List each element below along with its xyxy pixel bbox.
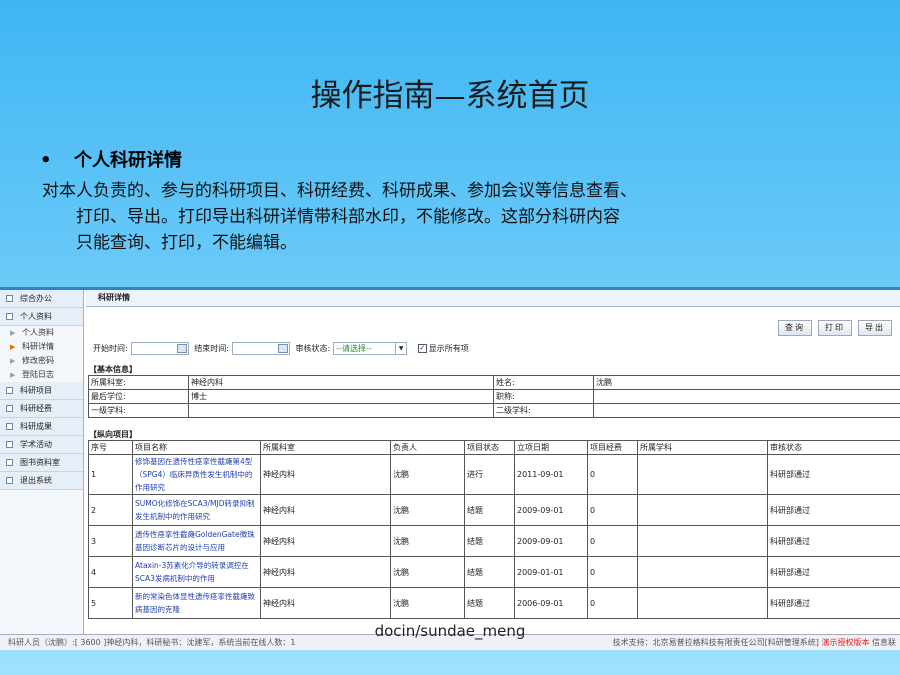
export-button[interactable]: 导出 — [858, 320, 892, 336]
table-row: 2 SUMO化修饰在SCA3/MJD转录抑制发生机制中的作用研究 神经内科 沈鹏… — [88, 494, 900, 526]
show-all-checkbox[interactable]: ✓ — [417, 344, 427, 353]
subitem-research-detail[interactable]: ▶ 科研详情 — [0, 340, 83, 354]
sidebar-item-profile[interactable]: 个人资料 — [0, 308, 83, 326]
table-row: 3 遗传性痉挛性截瘫GoldenGate微珠基因诊断芯片的设计与应用 神经内科 … — [88, 525, 900, 557]
sidebar-item-library[interactable]: 图书资料室 — [0, 454, 83, 472]
arrow-icon: ▶ — [10, 371, 16, 379]
status-label: 审核状态: — [295, 344, 331, 353]
query-button[interactable]: 查询 — [778, 320, 812, 336]
body-line-1: 对本人负责的、参与的科研项目、科研经费、科研成果、参加会议等信息查看、 — [42, 181, 637, 201]
calendar-icon[interactable] — [277, 344, 288, 353]
title-value — [593, 389, 900, 404]
square-icon — [6, 295, 13, 302]
tab-research-detail[interactable]: 科研详情 — [86, 290, 900, 307]
square-icon — [6, 313, 13, 320]
subject1-value — [188, 403, 494, 418]
end-time-input[interactable] — [231, 342, 290, 355]
degree-value: 博士 — [188, 389, 494, 404]
show-all-label: 显示所有项 — [428, 344, 469, 353]
bullet-text: 个人科研详情 — [74, 150, 182, 171]
subitem-login-log[interactable]: ▶ 登陆日志 — [0, 368, 83, 382]
table-row: 1 修饰基因在遗传性痉挛性截瘫第4型（SPG4）临床异质性发生机制中的作用研究 … — [88, 454, 900, 495]
print-button[interactable]: 打印 — [818, 320, 852, 336]
square-icon — [6, 423, 13, 430]
dept-value: 神经内科 — [188, 375, 494, 390]
body-line-3: 只能查询、打印，不能编辑。 — [76, 233, 297, 253]
main-panel: 科研详情 查询 打印 导出 开始时间: 结束时间: 审核状态: --请选择-- ▼ ✓ 显… — [86, 290, 900, 643]
bullet-dot: • — [40, 150, 52, 171]
project-link[interactable]: 新的常染色体显性遗传痉挛性截瘫致病基因的克隆 — [132, 587, 261, 619]
table-row: 4 Ataxin-3苏素化介导的转录调控在SCA3发病机制中的作用 神经内科 沈… — [88, 556, 900, 588]
watermark-text: docin/sundae_meng — [374, 622, 526, 640]
app-window: 综合办公 个人资料 ▶ 个人资料 ▶ 科研详情 ▶ 修改密码 ▶ 登陆日志 科研项目 科… — [0, 287, 900, 643]
square-icon — [6, 405, 13, 412]
bullet-heading: • 个人科研详情 — [40, 146, 182, 172]
project-link[interactable]: 遗传性痉挛性截瘫GoldenGate微珠基因诊断芯片的设计与应用 — [132, 525, 261, 557]
sidebar-item-achievements[interactable]: 科研成果 — [0, 418, 83, 436]
body-line-2: 打印、导出。打印导出科研详情带科部水印，不能修改。这部分科研内容 — [76, 207, 620, 227]
basic-info-table: 所属科室: 神经内科 姓名: 沈鹏 最后学位: 博士 职称: 一级学科: 二级学… — [88, 375, 900, 418]
projects-table: 序号 项目名称 所属科室 负责人 项目状态 立项日期 项目经费 所属学科 审核状… — [88, 440, 900, 619]
sidebar-item-office[interactable]: 综合办公 — [0, 290, 83, 308]
project-link[interactable]: SUMO化修饰在SCA3/MJD转录抑制发生机制中的作用研究 — [132, 494, 261, 526]
project-link[interactable]: Ataxin-3苏素化介导的转录调控在SCA3发病机制中的作用 — [132, 556, 261, 588]
chevron-down-icon: ▼ — [395, 343, 406, 354]
table-row: 5 新的常染色体显性遗传痉挛性截瘫致病基因的克隆 神经内科 沈鹏 结题 2006… — [88, 587, 900, 619]
sidebar-item-projects[interactable]: 科研项目 — [0, 382, 83, 400]
arrow-icon: ▶ — [10, 343, 16, 351]
basic-info-title: 【基本信息】 — [89, 365, 137, 374]
subject2-value — [593, 403, 900, 418]
sidebar-item-logout[interactable]: 退出系统 — [0, 472, 83, 490]
status-select[interactable]: --请选择-- ▼ — [333, 342, 408, 355]
name-value: 沈鹏 — [593, 375, 900, 390]
toolbar: 查询 打印 导出 — [772, 320, 892, 336]
subitem-profile[interactable]: ▶ 个人资料 — [0, 326, 83, 340]
calendar-icon[interactable] — [176, 344, 187, 353]
projects-title: 【纵向项目】 — [89, 430, 137, 439]
square-icon — [6, 441, 13, 448]
arrow-icon: ▶ — [10, 357, 16, 365]
square-icon — [6, 387, 13, 394]
start-time-label: 开始时间: — [93, 344, 128, 353]
sidebar: 综合办公 个人资料 ▶ 个人资料 ▶ 科研详情 ▶ 修改密码 ▶ 登陆日志 科研项目 科… — [0, 290, 84, 643]
slide-body: 对本人负责的、参与的科研项目、科研经费、科研成果、参加会议等信息查看、 打印、导… — [42, 178, 842, 256]
square-icon — [6, 477, 13, 484]
end-time-label: 结束时间: — [194, 344, 229, 353]
sidebar-item-academic[interactable]: 学术活动 — [0, 436, 83, 454]
project-link[interactable]: 修饰基因在遗传性痉挛性截瘫第4型（SPG4）临床异质性发生机制中的作用研究 — [132, 454, 261, 495]
table-header-row: 序号 项目名称 所属科室 负责人 项目状态 立项日期 项目经费 所属学科 审核状… — [88, 440, 900, 455]
sidebar-item-funds[interactable]: 科研经费 — [0, 400, 83, 418]
square-icon — [6, 459, 13, 466]
filter-bar: 开始时间: 结束时间: 审核状态: --请选择-- ▼ ✓ 显示所有项 — [90, 342, 469, 355]
slide-title: 操作指南—系统首页 — [310, 78, 590, 114]
subitem-change-password[interactable]: ▶ 修改密码 — [0, 354, 83, 368]
arrow-icon: ▶ — [10, 329, 16, 337]
start-time-input[interactable] — [130, 342, 189, 355]
